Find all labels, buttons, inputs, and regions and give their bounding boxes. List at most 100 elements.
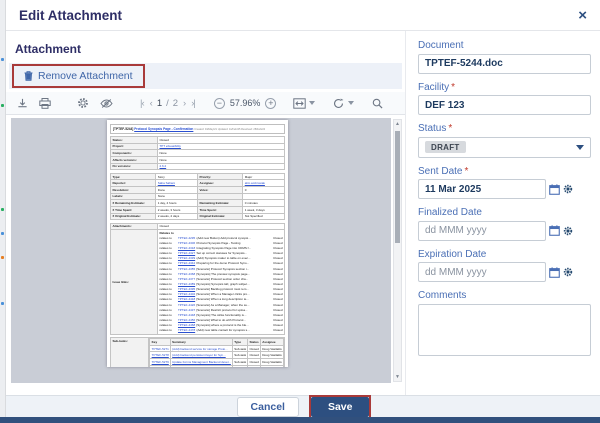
- comments-textarea[interactable]: [418, 304, 591, 356]
- scroll-down-icon[interactable]: ▼: [394, 374, 401, 380]
- underlay-speck: [1, 104, 4, 107]
- pdf-link-key[interactable]: TPTEF-4306: [178, 241, 195, 245]
- hide-annotations-icon[interactable]: [99, 96, 113, 110]
- zoom-in-button[interactable]: +: [265, 98, 276, 109]
- scroll-up-icon[interactable]: ▲: [394, 121, 401, 127]
- pdf-detail-cell[interactable]: alim.ambrosiak: [243, 180, 285, 187]
- pdf-subtask-row: TPTEF-5278(Add) backend persistent layer…: [150, 352, 284, 359]
- pdf-link-key[interactable]: TPTEF-4342: [178, 261, 195, 265]
- pdf-link-relation: relates to: [159, 313, 176, 317]
- trash-icon: [24, 71, 33, 81]
- pdf-link-key[interactable]: TPTEF-4448: [178, 313, 195, 317]
- calendar-icon[interactable]: [549, 225, 560, 236]
- facility-field[interactable]: DEF 123: [418, 95, 591, 115]
- pdf-subtask-row: TPTEF-5279Update Forms Managment Backend…: [150, 359, 284, 366]
- pdf-link-key[interactable]: TPTEF-4318: [178, 246, 195, 250]
- pdf-link-key[interactable]: TPTEF-4456: [178, 318, 195, 322]
- finalized-date-field[interactable]: dd MMM yyyy: [418, 221, 546, 241]
- pdf-issue-title-link[interactable]: Protocol Synopsis Page - Confirmation: [134, 127, 193, 131]
- pdf-info-row: Components:None: [111, 150, 285, 157]
- sent-date-value: 11 Mar 2025: [425, 184, 481, 195]
- pdf-subtask-summary[interactable]: (Add) backend service for storage Proto.…: [170, 345, 232, 352]
- download-icon[interactable]: [15, 96, 29, 110]
- pdf-subtask-key[interactable]: TPTEF-5278: [150, 352, 171, 359]
- status-select[interactable]: DRAFT: [418, 137, 591, 158]
- pdf-field-label: Affects versions:: [111, 156, 158, 163]
- pdf-subtask-key[interactable]: TPTEF-5279: [150, 359, 171, 366]
- pdf-link-relation: relates to: [159, 241, 176, 245]
- first-page-button[interactable]: |‹: [137, 98, 147, 109]
- pdf-subtask-summary[interactable]: Update Forms Managment Backend devel...: [170, 359, 232, 366]
- pdf-subtask-summary[interactable]: (Add) backend persistent layer for Syn..…: [170, 352, 232, 359]
- last-page-button[interactable]: ›|: [188, 98, 198, 109]
- pdf-subtask-key[interactable]: TPTEF-5271: [150, 345, 171, 352]
- pdf-link-summary: (Add new Button) Add protocol synopsi...: [196, 236, 269, 240]
- pdf-subtasks-header: Key: [150, 339, 171, 346]
- pdf-link-status: Closed: [271, 292, 283, 296]
- pdf-link-summary: [Scenario] As a Manager, when the su...: [196, 303, 269, 307]
- pdf-link-key[interactable]: TPTEF-4368: [178, 272, 195, 276]
- close-icon[interactable]: ×: [578, 8, 587, 23]
- pdf-field-value[interactable]: 2.6.2: [157, 163, 284, 170]
- calendar-icon[interactable]: [549, 267, 560, 278]
- search-icon[interactable]: [370, 96, 384, 110]
- scrollbar-thumb[interactable]: [395, 131, 400, 243]
- pdf-link-key[interactable]: TPTEF-4402: [178, 292, 195, 296]
- remove-attachment-button[interactable]: Remove Attachment: [14, 66, 143, 86]
- annotation-settings-icon[interactable]: [76, 96, 90, 110]
- pdf-link-key[interactable]: TPTEF-4478: [178, 328, 195, 332]
- sent-date-label: Sent Date*: [418, 166, 591, 177]
- pdf-link-key[interactable]: TPTEF-4426: [178, 303, 195, 307]
- date-settings-gear-icon[interactable]: [563, 226, 573, 236]
- required-asterisk: *: [451, 82, 455, 93]
- pdf-link-relation: relates to: [159, 292, 176, 296]
- pdf-link-key[interactable]: TPTEF-4355: [178, 267, 195, 271]
- pdf-link-key[interactable]: TPTEF-4437: [178, 308, 195, 312]
- pdf-detail-cell: [243, 193, 285, 200]
- fit-width-icon[interactable]: [292, 96, 306, 110]
- previous-page-button[interactable]: ‹: [147, 98, 155, 109]
- pdf-subtask-key[interactable]: TPTEF-5283: [150, 365, 171, 367]
- calendar-icon[interactable]: [549, 184, 560, 195]
- pdf-field-label: Attachments:: [111, 223, 158, 230]
- pdf-link-summary: [Scenario] Restrict protocol for uploa..…: [196, 308, 269, 312]
- pdf-detail-cell[interactable]: Saba Sahani: [156, 180, 198, 187]
- pdf-link-status: Closed: [271, 236, 283, 240]
- save-button[interactable]: Save: [311, 397, 370, 417]
- next-page-button[interactable]: ›: [180, 98, 188, 109]
- expiration-date-field[interactable]: dd MMM yyyy: [418, 262, 546, 282]
- pdf-subtask-type: Sub-task: [233, 359, 248, 366]
- pdf-field-value[interactable]: TPT eFeasibility: [157, 143, 284, 150]
- date-settings-gear-icon[interactable]: [563, 267, 573, 277]
- date-settings-gear-icon[interactable]: [563, 184, 573, 194]
- fit-options-caret-icon[interactable]: [309, 101, 315, 105]
- pdf-detail-cell: Votes:: [197, 186, 242, 193]
- pdf-detail-cell: 2 weeks, 3 hours: [156, 206, 198, 213]
- current-page-value[interactable]: 1: [155, 98, 164, 109]
- cancel-button[interactable]: Cancel: [237, 397, 299, 417]
- pdf-link-key[interactable]: TPTEF-4339: [178, 256, 195, 260]
- pdf-subtask-summary[interactable]: Create Protocol Synopsis (Pdf) Genera...: [170, 365, 232, 367]
- pdf-detail-cell: Priority:: [197, 173, 242, 180]
- pdf-link-key[interactable]: TPTEF-4327: [178, 251, 195, 255]
- rotate-icon[interactable]: [331, 96, 345, 110]
- pdf-link-key[interactable]: TPTEF-4377: [178, 277, 195, 281]
- pdf-link-key[interactable]: TPTEF-4418: [178, 297, 195, 301]
- pdf-link-key[interactable]: TPTEF-4468: [178, 323, 195, 327]
- viewer-scrollbar[interactable]: ▲ ▼: [393, 119, 402, 382]
- pdf-link-key[interactable]: TPTEF-4295: [178, 236, 195, 240]
- pdf-link-relation: relates to: [159, 282, 176, 286]
- pdf-subtask-row: TPTEF-5271(Add) backend service for stor…: [150, 345, 284, 352]
- pdf-info-table: Status:ClosedProject:TPT eFeasibilityCom…: [110, 136, 285, 170]
- attachment-pane: Attachment Remove Attachment: [6, 31, 405, 395]
- zoom-out-button[interactable]: −: [214, 98, 225, 109]
- document-field[interactable]: TPTEF-5244.doc: [418, 54, 591, 74]
- sent-date-field[interactable]: 11 Mar 2025: [418, 179, 546, 199]
- pdf-field-value: Closed: [157, 223, 284, 230]
- rotate-options-caret-icon[interactable]: [348, 101, 354, 105]
- print-icon[interactable]: [38, 96, 52, 110]
- pdf-link-key[interactable]: TPTEF-4389: [178, 282, 195, 286]
- pdf-link-key[interactable]: TPTEF-4395: [178, 287, 195, 291]
- pdf-detail-cell: Resolution:: [111, 186, 156, 193]
- pdf-subtask-type: Sub-task: [233, 345, 248, 352]
